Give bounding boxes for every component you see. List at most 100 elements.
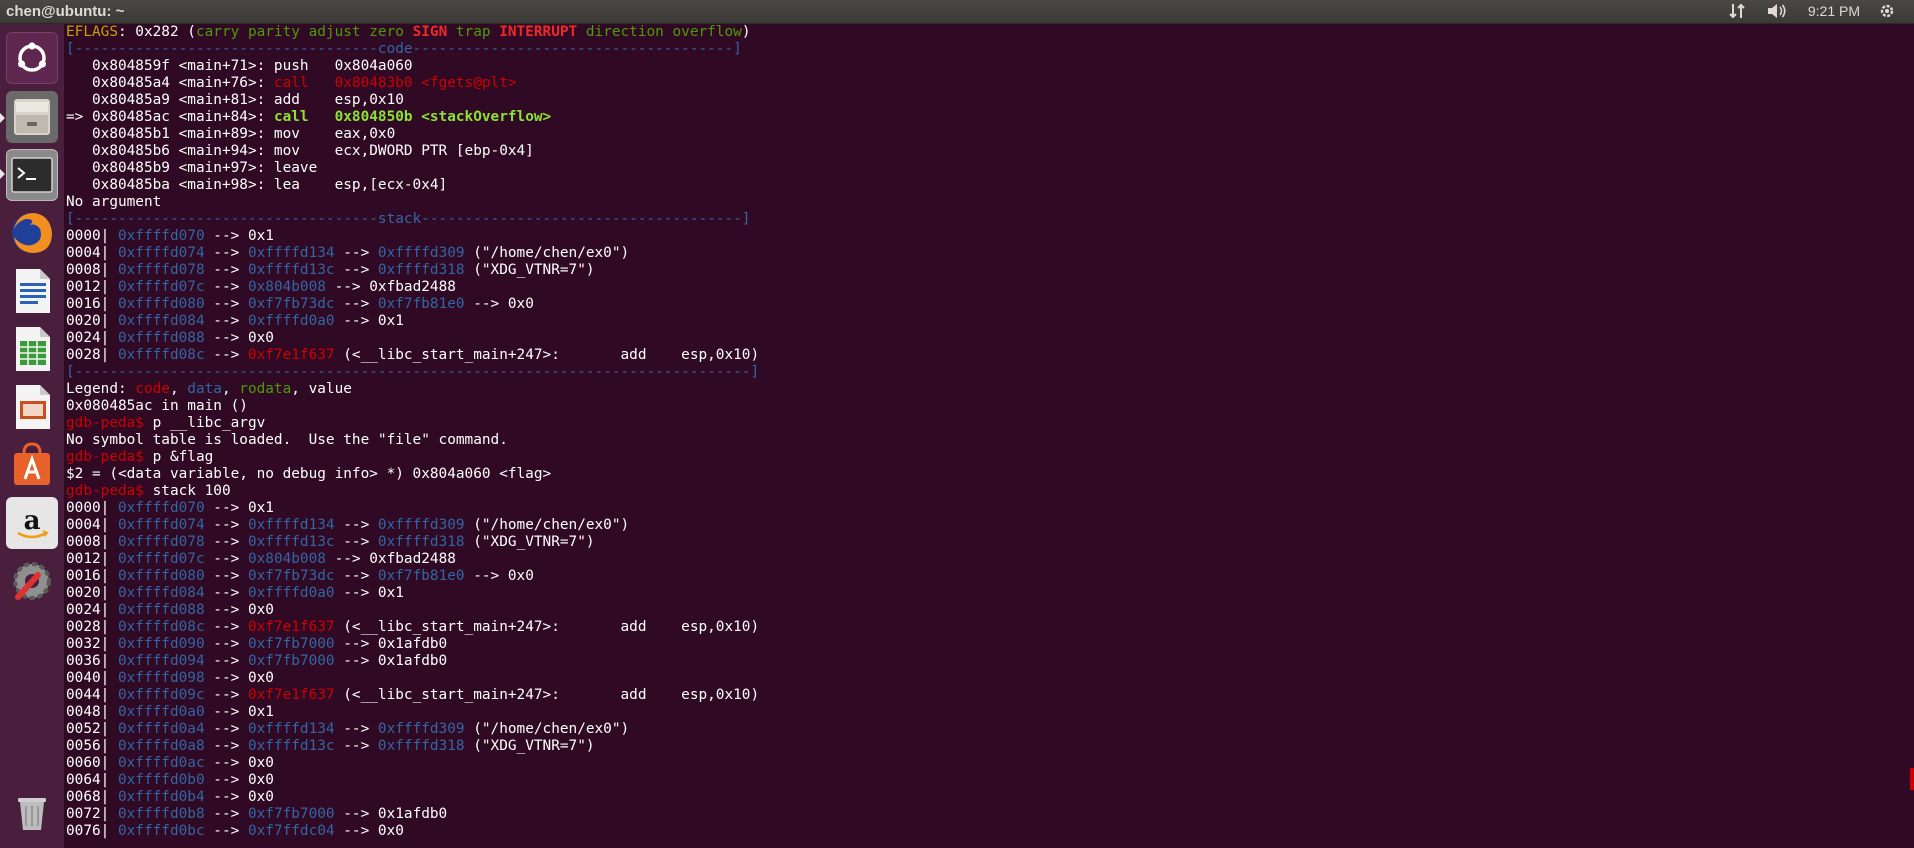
volume-icon[interactable] bbox=[1766, 2, 1786, 20]
terminal-text-segment: --> bbox=[334, 262, 378, 278]
terminal-line: [-----------------------------------code… bbox=[66, 41, 759, 58]
libreoffice-impress-button[interactable] bbox=[6, 381, 58, 433]
terminal-text-segment: No symbol table is loaded. Use the "file… bbox=[66, 432, 508, 448]
terminal-text-segment: 0xffffd088 bbox=[117, 330, 205, 346]
terminal-icon bbox=[11, 157, 53, 193]
power-gear-icon[interactable] bbox=[1878, 2, 1898, 20]
terminal-line: 0052| 0xffffd0a4 --> 0xffffd134 --> 0xff… bbox=[66, 721, 759, 738]
launcher: a bbox=[0, 24, 65, 848]
terminal-lines: EFLAGS: 0x282 (carry parity adjust zero … bbox=[66, 24, 759, 840]
clock[interactable]: 9:21 PM bbox=[1808, 3, 1860, 19]
terminal-text-segment: 0xffffd318 bbox=[377, 738, 465, 754]
terminal-line: No argument bbox=[66, 194, 759, 211]
terminal-line: [-----------------------------------stac… bbox=[66, 211, 759, 228]
system-settings-button[interactable] bbox=[6, 555, 58, 607]
terminal-text-segment: 0060| bbox=[66, 755, 118, 771]
firefox-button[interactable] bbox=[6, 207, 58, 259]
terminal-text-segment: --> 0x0 bbox=[204, 670, 274, 686]
terminal-line: 0072| 0xffffd0b8 --> 0xf7fb7000 --> 0x1a… bbox=[66, 806, 759, 823]
terminal-line: 0x804859f <main+71>: push 0x804a060 bbox=[66, 58, 759, 75]
system-tray: 9:21 PM bbox=[1728, 2, 1898, 20]
terminal-text-segment: $2 = (<data variable, no debug info> *) … bbox=[66, 466, 552, 482]
terminal-text-segment: --> bbox=[204, 347, 248, 363]
terminal-text-segment: --> 0x1 bbox=[334, 313, 404, 329]
terminal-text-segment: 0064| bbox=[66, 772, 118, 788]
terminal-text-segment: 0x804b008 bbox=[247, 551, 326, 567]
terminal-line: 0012| 0xffffd07c --> 0x804b008 --> 0xfba… bbox=[66, 279, 759, 296]
terminal-text-segment: --> bbox=[204, 721, 248, 737]
terminal-text-segment: SIGN bbox=[412, 24, 448, 40]
terminal-line: 0076| 0xffffd0bc --> 0xf7ffdc04 --> 0x0 bbox=[66, 823, 759, 840]
terminal-line: 0004| 0xffffd074 --> 0xffffd134 --> 0xff… bbox=[66, 245, 759, 262]
terminal-text-segment: 0016| bbox=[66, 568, 118, 584]
terminal-text-segment: call 0x804850b <stackOverflow> bbox=[273, 109, 552, 125]
terminal-text-segment: 0028| bbox=[66, 619, 118, 635]
terminal-text-segment: 0032| bbox=[66, 636, 118, 652]
terminal-text-segment: 0xffffd13c bbox=[247, 262, 335, 278]
terminal-line: 0024| 0xffffd088 --> 0x0 bbox=[66, 602, 759, 619]
terminal-line: 0x80485a4 <main+76>: call 0x80483b0 <fge… bbox=[66, 75, 759, 92]
terminal-line: 0016| 0xffffd080 --> 0xf7fb73dc --> 0xf7… bbox=[66, 568, 759, 585]
terminal-text-segment: 0xffffd09c bbox=[117, 687, 205, 703]
terminal-line: 0012| 0xffffd07c --> 0x804b008 --> 0xfba… bbox=[66, 551, 759, 568]
terminal-text-segment: 0012| bbox=[66, 279, 118, 295]
terminal-text-segment: p &flag bbox=[143, 449, 214, 465]
terminal-line: 0024| 0xffffd088 --> 0x0 bbox=[66, 330, 759, 347]
terminal-text-segment: direction overflow bbox=[577, 24, 742, 40]
ubuntu-software-button[interactable] bbox=[6, 439, 58, 491]
terminal-line: 0032| 0xffffd090 --> 0xf7fb7000 --> 0x1a… bbox=[66, 636, 759, 653]
amazon-button[interactable]: a bbox=[6, 497, 58, 549]
terminal-text-segment: 0xffffd070 bbox=[117, 228, 205, 244]
files-button[interactable] bbox=[6, 91, 58, 143]
terminal-line: 0064| 0xffffd0b0 --> 0x0 bbox=[66, 772, 759, 789]
terminal-text-segment: ("/home/chen/ex0") bbox=[464, 517, 630, 533]
terminal-text-segment: gdb-peda$ bbox=[66, 415, 144, 431]
terminal-text-segment: 0xffffd078 bbox=[117, 262, 205, 278]
terminal-text-segment: (<__libc_start_main+247>: add esp,0x10) bbox=[334, 619, 760, 635]
scrollbar-indicator[interactable] bbox=[1910, 768, 1914, 790]
terminal-text-segment: 0xf7fb7000 bbox=[247, 636, 335, 652]
terminal-text-segment: --> 0x0 bbox=[204, 772, 274, 788]
terminal-text-segment: 0xffffd13c bbox=[247, 738, 335, 754]
terminal-line: 0016| 0xffffd080 --> 0xf7fb73dc --> 0xf7… bbox=[66, 296, 759, 313]
terminal-text-segment: 0056| bbox=[66, 738, 118, 754]
terminal-text-segment: ("/home/chen/ex0") bbox=[464, 245, 630, 261]
terminal-text-segment: 0xffffd134 bbox=[247, 517, 335, 533]
terminal-output[interactable]: EFLAGS: 0x282 (carry parity adjust zero … bbox=[65, 24, 1914, 848]
calc-spreadsheet-icon bbox=[16, 327, 50, 371]
terminal-line: 0060| 0xffffd0ac --> 0x0 bbox=[66, 755, 759, 772]
terminal-button[interactable] bbox=[6, 149, 58, 201]
libreoffice-writer-button[interactable] bbox=[6, 265, 58, 317]
terminal-text-segment: --> bbox=[334, 721, 378, 737]
terminal-text-segment: 0xf7ffdc04 bbox=[247, 823, 335, 839]
terminal-text-segment: Legend: bbox=[66, 381, 136, 397]
terminal-text-segment: INTERRUPT bbox=[499, 24, 578, 40]
terminal-line: 0028| 0xffffd08c --> 0xf7e1f637 (<__libc… bbox=[66, 619, 759, 636]
terminal-text-segment: 0xffffd074 bbox=[117, 245, 205, 261]
terminal-text-segment: --> 0x1 bbox=[204, 704, 274, 720]
terminal-text-segment: 0028| bbox=[66, 347, 118, 363]
running-indicator bbox=[0, 113, 5, 123]
settings-wrench-icon bbox=[13, 562, 51, 600]
terminal-text-segment: 0000| bbox=[66, 500, 118, 516]
terminal-text-segment: 0xffffd084 bbox=[117, 313, 205, 329]
libreoffice-calc-button[interactable] bbox=[6, 323, 58, 375]
terminal-line: 0x80485ba <main+98>: lea esp,[ecx-0x4] bbox=[66, 177, 759, 194]
network-updown-icon[interactable] bbox=[1728, 2, 1748, 20]
terminal-line: 0036| 0xffffd094 --> 0xf7fb7000 --> 0x1a… bbox=[66, 653, 759, 670]
terminal-text-segment: 0xf7fb7000 bbox=[247, 806, 335, 822]
terminal-text-segment: 0xf7e1f637 bbox=[247, 687, 335, 703]
terminal-text-segment: ) bbox=[741, 24, 751, 40]
terminal-text-segment: 0004| bbox=[66, 517, 118, 533]
terminal-text-segment: --> bbox=[204, 738, 248, 754]
terminal-text-segment: --> bbox=[204, 245, 248, 261]
terminal-text-segment: EFLAGS bbox=[66, 24, 118, 40]
terminal-text-segment: rodata bbox=[239, 381, 292, 397]
terminal-text-segment: => 0x80485ac <main+84>: bbox=[66, 109, 274, 125]
terminal-text-segment: --> 0x1 bbox=[204, 228, 274, 244]
trash-button[interactable] bbox=[6, 784, 58, 836]
terminal-line: 0004| 0xffffd074 --> 0xffffd134 --> 0xff… bbox=[66, 517, 759, 534]
terminal-line: 0044| 0xffffd09c --> 0xf7e1f637 (<__libc… bbox=[66, 687, 759, 704]
ubuntu-dash-button[interactable] bbox=[6, 32, 58, 84]
terminal-line: [---------------------------------------… bbox=[66, 364, 759, 381]
